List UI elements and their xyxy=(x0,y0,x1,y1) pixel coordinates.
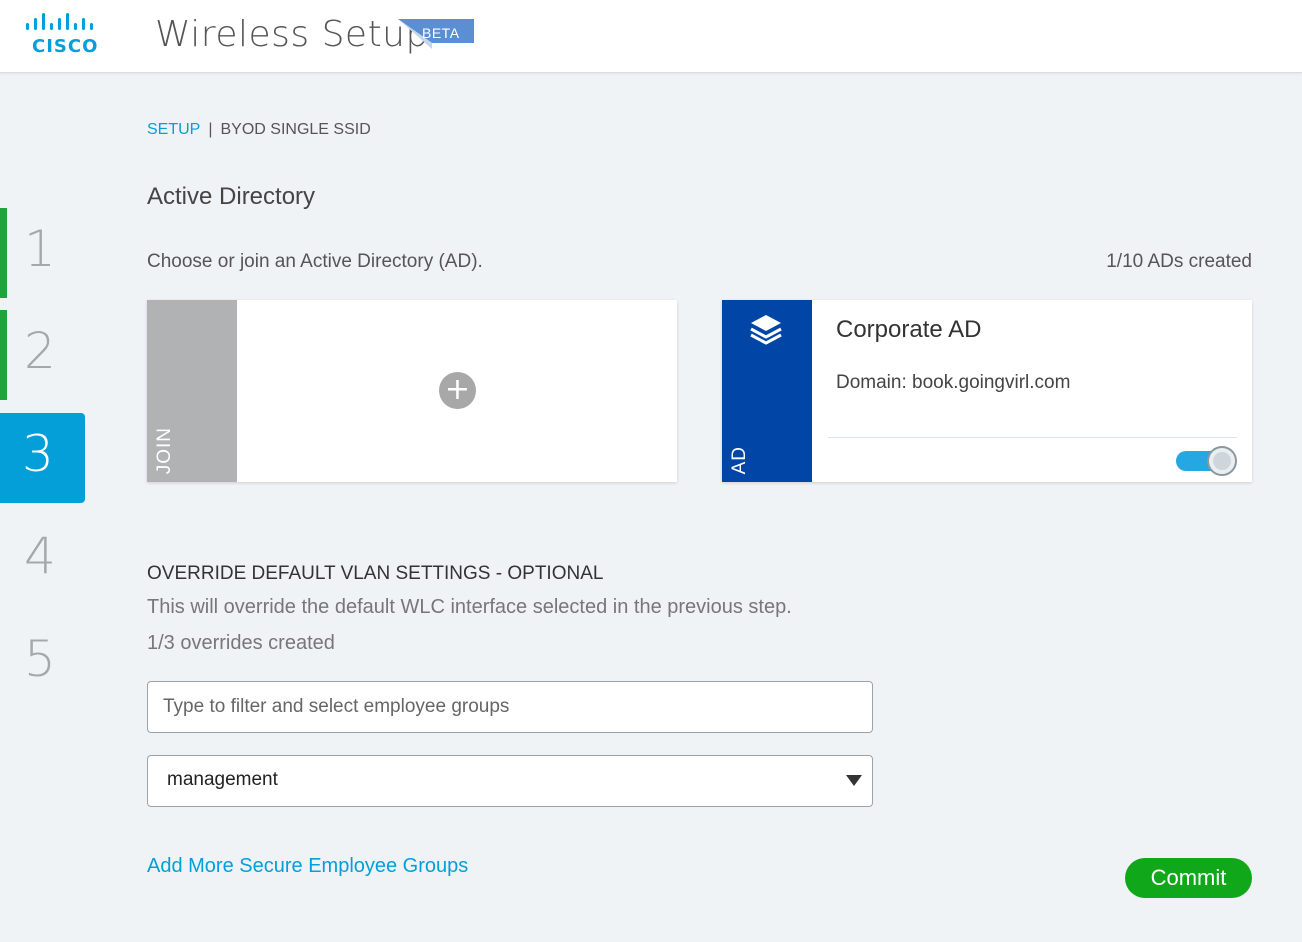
breadcrumb: SETUP | BYOD SINGLE SSID xyxy=(147,121,371,139)
cisco-logo: CISCO xyxy=(25,12,105,60)
interface-select[interactable]: management xyxy=(147,755,873,807)
step-4[interactable]: 4 xyxy=(0,515,85,605)
step-number: 5 xyxy=(24,630,56,688)
ad-side-label: AD xyxy=(729,445,750,474)
cisco-bridge-icon xyxy=(26,13,93,30)
ad-enabled-toggle[interactable] xyxy=(1176,446,1237,476)
override-count: 1/3 overrides created xyxy=(147,632,335,654)
vlan-section-title: OVERRIDE DEFAULT VLAN SETTINGS - OPTIONA… xyxy=(147,563,604,584)
step-5[interactable]: 5 xyxy=(0,618,85,708)
step-number: 4 xyxy=(24,527,56,585)
add-ad-button[interactable]: + xyxy=(439,372,476,409)
ad-count: 1/10 ADs created xyxy=(1106,251,1252,272)
ad-instructions: Choose or join an Active Directory (AD). xyxy=(147,251,483,272)
app-title: Wireless Setup xyxy=(155,14,429,55)
join-ad-card[interactable]: JOIN + xyxy=(147,300,677,482)
step-1[interactable]: 1 xyxy=(0,208,85,298)
ad-domain: Domain: book.goingvirl.com xyxy=(836,372,1071,393)
step-3[interactable]: 3 xyxy=(0,413,85,503)
beta-label: BETA xyxy=(422,25,460,41)
logo-wordmark: CISCO xyxy=(32,36,99,57)
section-title: Active Directory xyxy=(147,183,316,210)
join-side-label: JOIN xyxy=(154,426,175,474)
caret-down-icon xyxy=(846,775,862,786)
beta-badge: BETA xyxy=(398,19,474,49)
step-number: 2 xyxy=(24,322,56,380)
toggle-knob xyxy=(1207,446,1237,476)
step-2[interactable]: 2 xyxy=(0,310,85,400)
step-number: 3 xyxy=(22,425,54,483)
breadcrumb-setup-link[interactable]: SETUP xyxy=(147,121,200,138)
layers-icon xyxy=(750,315,782,345)
plus-icon: + xyxy=(444,372,471,407)
vlan-description: This will override the default WLC inter… xyxy=(147,596,792,618)
breadcrumb-current: BYOD SINGLE SSID xyxy=(220,121,371,138)
add-more-groups-link[interactable]: Add More Secure Employee Groups xyxy=(147,855,468,878)
ad-name: Corporate AD xyxy=(836,316,982,343)
commit-button[interactable]: Commit xyxy=(1125,858,1252,898)
top-bar: CISCO Wireless Setup BETA xyxy=(0,0,1302,73)
interface-select-value: management xyxy=(167,769,278,790)
ad-card-side: AD xyxy=(722,300,812,482)
breadcrumb-separator: | xyxy=(208,121,213,138)
corporate-ad-card[interactable]: AD Corporate AD Domain: book.goingvirl.c… xyxy=(722,300,1252,482)
card-divider xyxy=(828,437,1237,438)
employee-group-filter-input[interactable] xyxy=(147,681,873,733)
step-number: 1 xyxy=(24,220,56,278)
join-card-side: JOIN xyxy=(147,300,237,482)
